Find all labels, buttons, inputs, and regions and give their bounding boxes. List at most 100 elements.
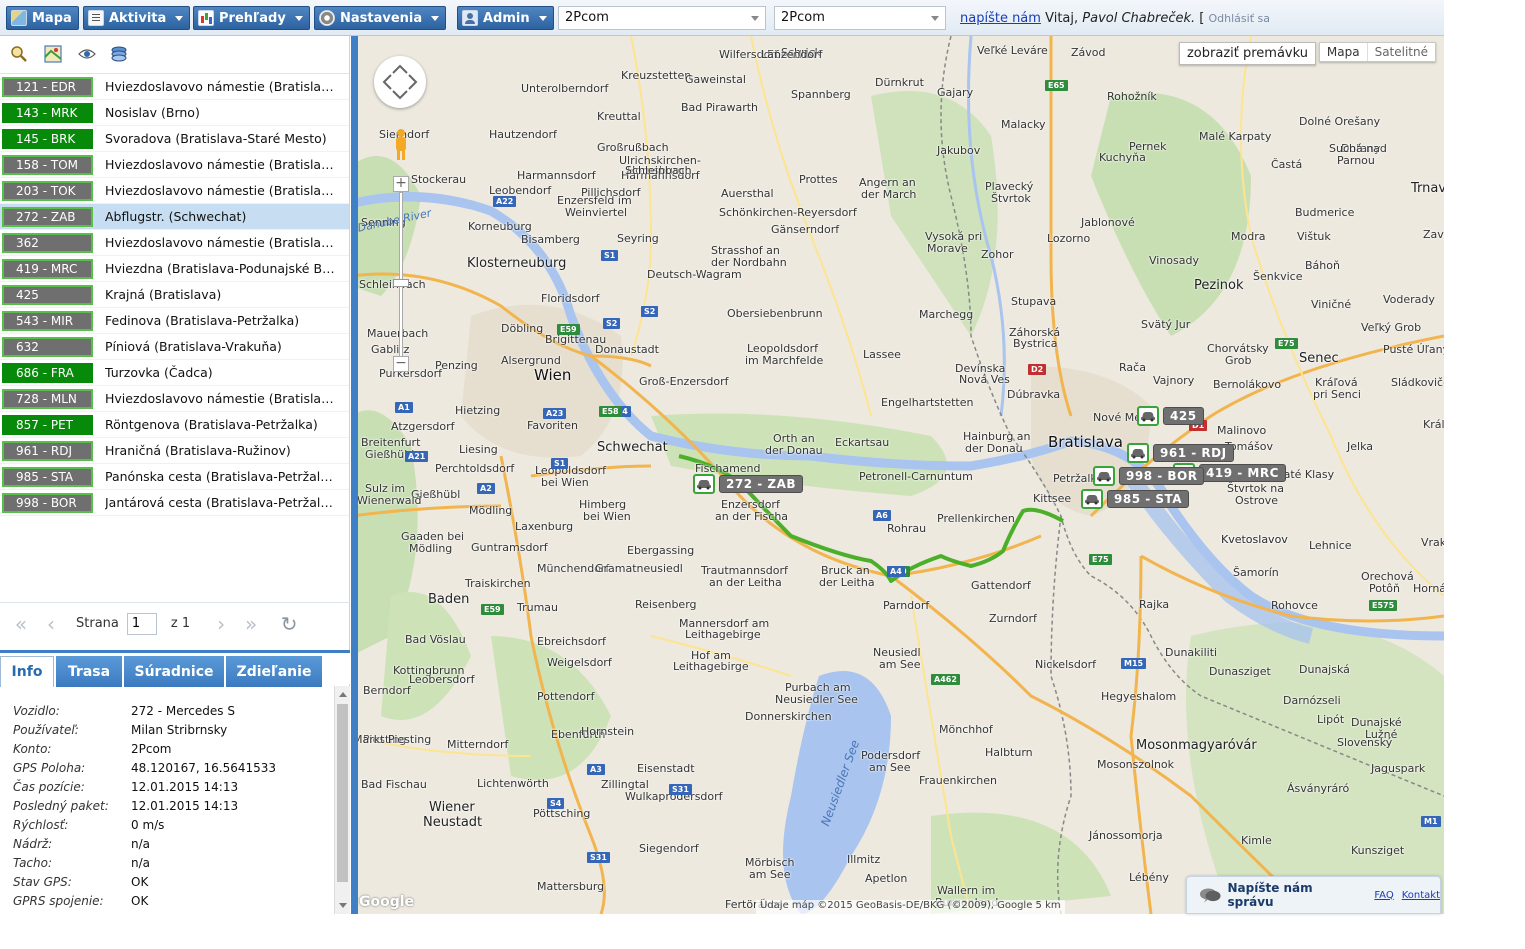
- place-label: Dunajská: [1299, 663, 1350, 676]
- zoom-track[interactable]: [393, 192, 409, 362]
- map-attribution: Údaje máp ©2015 GeoBasis-DE/BKG (©2009),…: [756, 900, 1065, 914]
- vehicle-marker-label: 272 - ZAB: [719, 475, 804, 493]
- place-label: Marchegg: [919, 308, 974, 321]
- place-label: Mosonmagyaróvár: [1136, 738, 1257, 753]
- nastavenia-menu-button[interactable]: Nastavenia: [314, 6, 447, 30]
- traffic-toggle-button[interactable]: zobraziť premávku: [1178, 42, 1316, 65]
- tab-trasa[interactable]: Trasa: [56, 656, 122, 687]
- user-greeting: napíšte nám Vitaj, Pavol Chabreček. [ Od…: [960, 11, 1270, 26]
- place-label: Bad Pirawarth: [681, 101, 759, 114]
- tab-zdieľanie[interactable]: Zdieľanie: [226, 656, 322, 687]
- place-label: Zavar: [1423, 228, 1444, 241]
- vehicle-location: Abflugstr. (Schwechat): [105, 209, 247, 224]
- place-label: Unterolberndorf: [521, 82, 609, 95]
- road-shield: A2: [477, 483, 495, 494]
- vehicle-row[interactable]: 145 - BRK Svoradova (Bratislava-Staré Mes…: [0, 126, 349, 152]
- first-page-icon[interactable]: «: [12, 612, 30, 636]
- layers-tool-button[interactable]: [108, 43, 130, 65]
- vehicle-row[interactable]: 543 - MIR Fedinova (Bratislava-Petržalka): [0, 308, 349, 334]
- place-label: Hegyeshalom: [1101, 690, 1177, 703]
- vehicle-marker[interactable]: 985 - STA: [1081, 489, 1190, 509]
- pan-arrows-icon: [382, 64, 418, 100]
- refresh-icon[interactable]: ↻: [280, 612, 298, 636]
- place-label: Gänserndorf: [771, 223, 840, 236]
- mapa-button[interactable]: Mapa: [6, 6, 79, 30]
- vehicle-marker[interactable]: 272 - ZAB: [693, 474, 804, 494]
- search-tool-button[interactable]: [8, 43, 30, 65]
- prev-page-icon[interactable]: ‹: [42, 612, 60, 636]
- place-label: Lipót: [1317, 713, 1345, 726]
- last-page-icon[interactable]: »: [242, 612, 260, 636]
- place-label: Vištuk: [1297, 230, 1331, 243]
- chevron-down-icon: [294, 15, 303, 21]
- scroll-up-icon[interactable]: [339, 692, 347, 697]
- visibility-tool-button[interactable]: [76, 43, 98, 65]
- vehicle-marker[interactable]: 998 - BOR: [1093, 466, 1205, 486]
- vehicle-row[interactable]: 998 - BOR Jantárová cesta (Bratislava-Pet…: [0, 490, 349, 516]
- street-view-pegman-icon[interactable]: [391, 128, 411, 162]
- top-toolbar: Mapa Aktivita Prehľady Nastavenia Admin …: [0, 0, 1444, 36]
- aktivita-menu-button[interactable]: Aktivita: [83, 6, 191, 30]
- greeting-text: Vitaj,: [1045, 11, 1079, 26]
- admin-icon: [462, 10, 478, 26]
- page-label: Strana: [76, 616, 119, 631]
- info-key: GPS Poloha:: [13, 761, 86, 775]
- place-label: Sládkovičovo: [1391, 376, 1444, 389]
- google-logo: Google: [359, 894, 415, 910]
- vehicle-row[interactable]: 728 - MLN Hviezdoslavovo námestie (Bratis…: [0, 386, 349, 412]
- place-label: Horná Potôň: [1413, 582, 1444, 595]
- map-view-tool-button[interactable]: [42, 43, 64, 65]
- panel-splitter[interactable]: [351, 36, 358, 914]
- road-shield: D2: [1028, 364, 1047, 375]
- vehicle-row[interactable]: 419 - MRC Hviezdna (Bratislava-Podunajské…: [0, 256, 349, 282]
- contact-link[interactable]: Kontakt: [1402, 890, 1440, 901]
- contact-link[interactable]: napíšte nám: [960, 11, 1041, 26]
- map-type-map[interactable]: Mapa: [1320, 43, 1367, 61]
- place-label: an der Leitha: [709, 576, 782, 589]
- vehicle-id-badge: 961 - RDJ: [2, 440, 93, 461]
- scroll-down-icon[interactable]: [339, 903, 347, 908]
- place-label: Dolné Orešany: [1299, 115, 1381, 128]
- vehicle-row[interactable]: 686 - FRA Turzovka (Čadca): [0, 360, 349, 386]
- vehicle-row[interactable]: 985 - STA Panónska cesta (Bratislava-Petr…: [0, 464, 349, 490]
- zoom-out-button[interactable]: −: [393, 356, 409, 372]
- vehicle-row[interactable]: 632 Píniová (Bratislava-Vrakuňa): [0, 334, 349, 360]
- faq-link[interactable]: FAQ: [1374, 890, 1393, 901]
- place-label: Kittsee: [1033, 492, 1072, 505]
- place-label: Ásványráró: [1287, 782, 1350, 795]
- vehicle-row[interactable]: 961 - RDJ Hraničná (Bratislava-Ružinov): [0, 438, 349, 464]
- place-label: Darnózseli: [1283, 694, 1341, 707]
- account-select-secondary[interactable]: 2Pcom: [774, 6, 946, 30]
- zoom-in-button[interactable]: +: [393, 176, 409, 192]
- vehicle-row[interactable]: 121 - EDR Hviezdoslavovo námestie (Bratis…: [0, 74, 349, 100]
- chat-widget[interactable]: Napíšte nám správu FAQ Kontakt: [1186, 876, 1441, 914]
- tab-info[interactable]: Info: [0, 656, 54, 687]
- zoom-thumb[interactable]: [393, 279, 409, 287]
- logout-link[interactable]: Odhlásiť sa: [1209, 12, 1270, 25]
- account-select-primary[interactable]: 2Pcom: [558, 6, 766, 30]
- tab-súradnice[interactable]: Súradnice: [124, 656, 224, 687]
- info-scrollbar[interactable]: [334, 686, 350, 914]
- admin-menu-button[interactable]: Admin: [457, 6, 554, 30]
- vehicle-row[interactable]: 857 - PET Röntgenova (Bratislava-Petržalk…: [0, 412, 349, 438]
- vehicle-row[interactable]: 362 Hviezdoslavovo námestie (Bratislava-S…: [0, 230, 349, 256]
- vehicle-row[interactable]: 272 - ZAB Abflugstr. (Schwechat): [0, 204, 349, 230]
- vehicle-row[interactable]: 425 Krajná (Bratislava): [0, 282, 349, 308]
- info-key: Konto:: [13, 742, 52, 756]
- vehicle-row[interactable]: 143 - MRK Nosislav (Brno): [0, 100, 349, 126]
- place-label: Döbling: [501, 322, 544, 335]
- next-page-icon[interactable]: ›: [212, 612, 230, 636]
- prehlady-menu-button[interactable]: Prehľady: [193, 6, 310, 30]
- scroll-thumb[interactable]: [337, 704, 348, 882]
- map-type-satellite[interactable]: Satelitné: [1366, 43, 1435, 61]
- vehicle-row[interactable]: 203 - TOK Hviezdoslavovo námestie (Bratis…: [0, 178, 349, 204]
- vehicle-row[interactable]: 158 - TOM Hviezdoslavovo námestie (Bratis…: [0, 152, 349, 178]
- pan-control[interactable]: [374, 56, 426, 108]
- page-number-input[interactable]: [126, 612, 157, 635]
- vehicle-marker[interactable]: 425: [1137, 406, 1204, 426]
- info-key: Používateľ:: [13, 723, 79, 737]
- account-select-primary-value: 2Pcom: [565, 10, 609, 25]
- vehicle-marker[interactable]: 961 - RDJ: [1127, 443, 1234, 463]
- map-canvas[interactable]: Wien Bratislava Klosterneuburg Schwechat Bad…: [351, 36, 1444, 914]
- vehicle-location: Turzovka (Čadca): [105, 365, 213, 380]
